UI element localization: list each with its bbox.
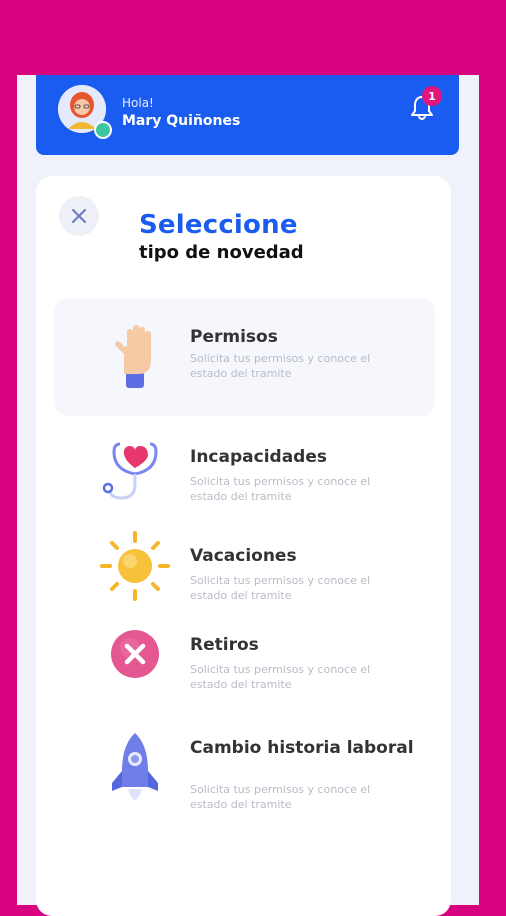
avatar[interactable] — [58, 85, 112, 139]
option-label: Retiros — [190, 635, 259, 655]
user-name: Mary Quiñones — [122, 113, 241, 129]
online-status-dot — [94, 121, 112, 139]
option-label: Permisos — [190, 327, 278, 347]
stethoscope-heart-icon — [102, 442, 158, 500]
option-label: Incapacidades — [190, 447, 327, 467]
option-description: Solicita tus permisos y conoce el estado… — [190, 475, 371, 503]
option-description: Solicita tus permisos y conoce el estado… — [190, 663, 371, 691]
selection-card: Seleccione tipo de novedad Permisos Soli… — [36, 176, 451, 916]
option-incapacidades[interactable]: Incapacidades Solicita tus permisos y co… — [54, 431, 435, 511]
option-description: Solicita tus permisos y conoce el estado… — [190, 783, 371, 811]
option-cambio-historia-laboral[interactable]: Cambio historia laboral Solicita tus per… — [54, 726, 435, 816]
close-icon — [72, 209, 86, 223]
option-permisos[interactable]: Permisos Solicita tus permisos y conoce … — [54, 298, 435, 416]
rocket-icon — [112, 733, 158, 800]
option-retiros[interactable]: Retiros Solicita tus permisos y conoce e… — [54, 626, 435, 696]
option-label: Vacaciones — [190, 546, 297, 566]
close-button[interactable] — [59, 196, 99, 236]
page-title: Seleccione — [139, 210, 298, 240]
hand-icon — [115, 325, 151, 388]
page-subtitle: tipo de novedad — [139, 242, 304, 263]
notification-badge: 1 — [422, 86, 442, 106]
option-description: Solicita tus permisos y conoce el estado… — [190, 352, 371, 380]
greeting-text: Hola! — [122, 96, 154, 110]
app-screen: Hola! Mary Quiñones 1 Seleccione tipo de… — [17, 75, 479, 916]
profile-header: Hola! Mary Quiñones 1 — [36, 75, 459, 155]
option-vacaciones[interactable]: Vacaciones Solicita tus permisos y conoc… — [54, 531, 435, 602]
option-description: Solicita tus permisos y conoce el estado… — [190, 574, 371, 602]
option-label: Cambio historia laboral — [190, 738, 414, 758]
x-circle-icon — [111, 630, 159, 678]
sun-icon — [100, 531, 170, 601]
